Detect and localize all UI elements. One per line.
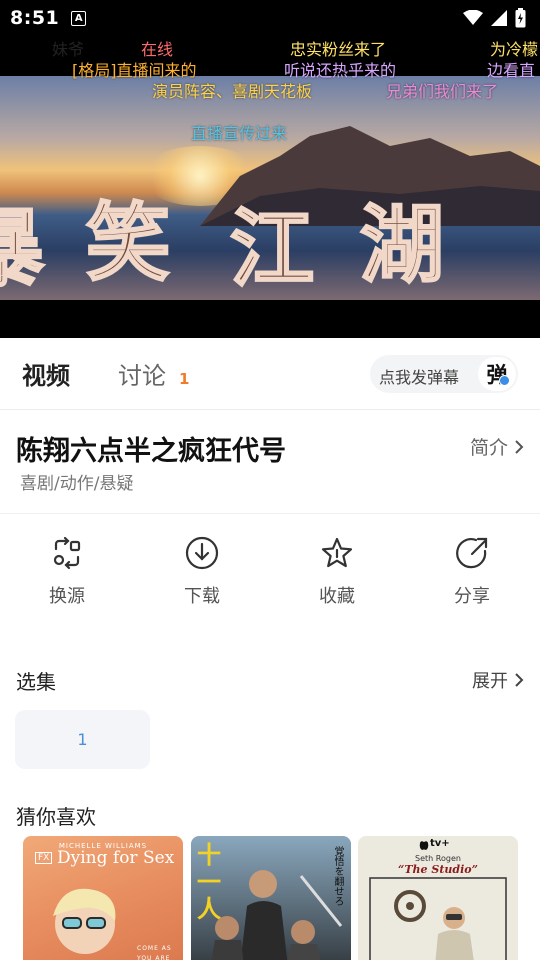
svg-text:笑: 笑	[86, 193, 170, 292]
episode-number: 1	[77, 730, 88, 749]
tab-bar: 视频 讨论 1 点我发弹幕 弹	[0, 338, 540, 410]
tab-discuss[interactable]: 讨论	[118, 356, 166, 391]
download-icon	[185, 536, 219, 570]
episodes-title: 选集	[16, 670, 56, 694]
download-button[interactable]: 下载	[157, 536, 247, 626]
poster-artwork	[369, 877, 507, 960]
poster-card[interactable]: 十一人 覚悟を翻せろ	[191, 836, 351, 960]
show-info: 陈翔六点半之疯狂代号 喜剧/动作/悬疑 简介	[0, 411, 540, 514]
share-button[interactable]: 分享	[427, 536, 517, 626]
expand-label: 展开	[472, 671, 508, 692]
signal-icon	[491, 10, 507, 26]
svg-text:湖: 湖	[360, 195, 444, 294]
download-label: 下载	[184, 586, 220, 607]
switch-source-icon	[53, 536, 81, 570]
title-art-image: 暴 笑 江 湖	[0, 192, 445, 296]
switch-source-label: 换源	[49, 586, 85, 607]
action-row: 换源 下载 收藏 分享	[0, 520, 540, 630]
favorite-label: 收藏	[319, 586, 355, 607]
battery-icon	[515, 8, 526, 28]
favorite-button[interactable]: 收藏	[292, 536, 382, 626]
show-title: 陈翔六点半之疯狂代号	[16, 436, 286, 467]
notification-icon: A	[71, 10, 87, 26]
share-icon	[456, 537, 488, 569]
recommend-title: 猜你喜欢	[16, 805, 96, 829]
danmaku-on-indicator	[499, 375, 510, 386]
danmaku-comment: 直播宣传过来	[191, 124, 288, 143]
switch-source-button[interactable]: 换源	[22, 536, 112, 626]
show-genre: 喜剧/动作/悬疑	[20, 474, 134, 494]
video-player[interactable]: 8:51 A 暴 笑 江 湖 妹爷 在线 忠实粉丝来了 为冷檬 [格局]直播间来…	[0, 0, 540, 338]
intro-label: 简介	[469, 437, 508, 459]
episodes-expand-button[interactable]: 展开	[472, 667, 524, 693]
send-danmaku-label: 点我发弹幕	[379, 368, 460, 387]
danmaku-comment: 演员阵容、喜剧天花板	[152, 82, 313, 101]
video-frame: 暴 笑 江 湖	[0, 76, 540, 300]
send-danmaku-button[interactable]: 点我发弹幕 弹	[370, 355, 518, 393]
chevron-right-icon	[515, 439, 524, 454]
danmaku-comment: 兄弟们我们来了	[386, 82, 499, 101]
star-icon	[321, 537, 353, 568]
poster-artwork	[53, 888, 116, 954]
wifi-icon	[463, 10, 483, 25]
status-time: 8:51	[10, 7, 60, 29]
chevron-right-icon	[515, 673, 524, 687]
episode-chip[interactable]: 1	[15, 710, 150, 769]
share-label: 分享	[454, 586, 490, 607]
poster-card[interactable]: tv+ Seth Rogen “The Studio”	[358, 836, 518, 960]
status-bar: 8:51 A	[0, 0, 540, 36]
discuss-count-badge: 1	[179, 370, 190, 388]
poster-tagline: COME AS YOU ARE	[137, 945, 172, 960]
intro-link[interactable]: 简介	[470, 433, 524, 460]
danmaku-toggle[interactable]: 弹	[478, 357, 516, 391]
tab-video[interactable]: 视频	[22, 356, 70, 391]
poster-card[interactable]: MICHELLE WILLIAMS FX Dying for Sex COME …	[23, 836, 183, 960]
poster-title: 十一人	[197, 841, 221, 923]
svg-text:江: 江	[230, 199, 314, 296]
poster-side-text: 覚悟を翻せろ	[332, 846, 343, 906]
svg-text:暴: 暴	[0, 199, 44, 296]
